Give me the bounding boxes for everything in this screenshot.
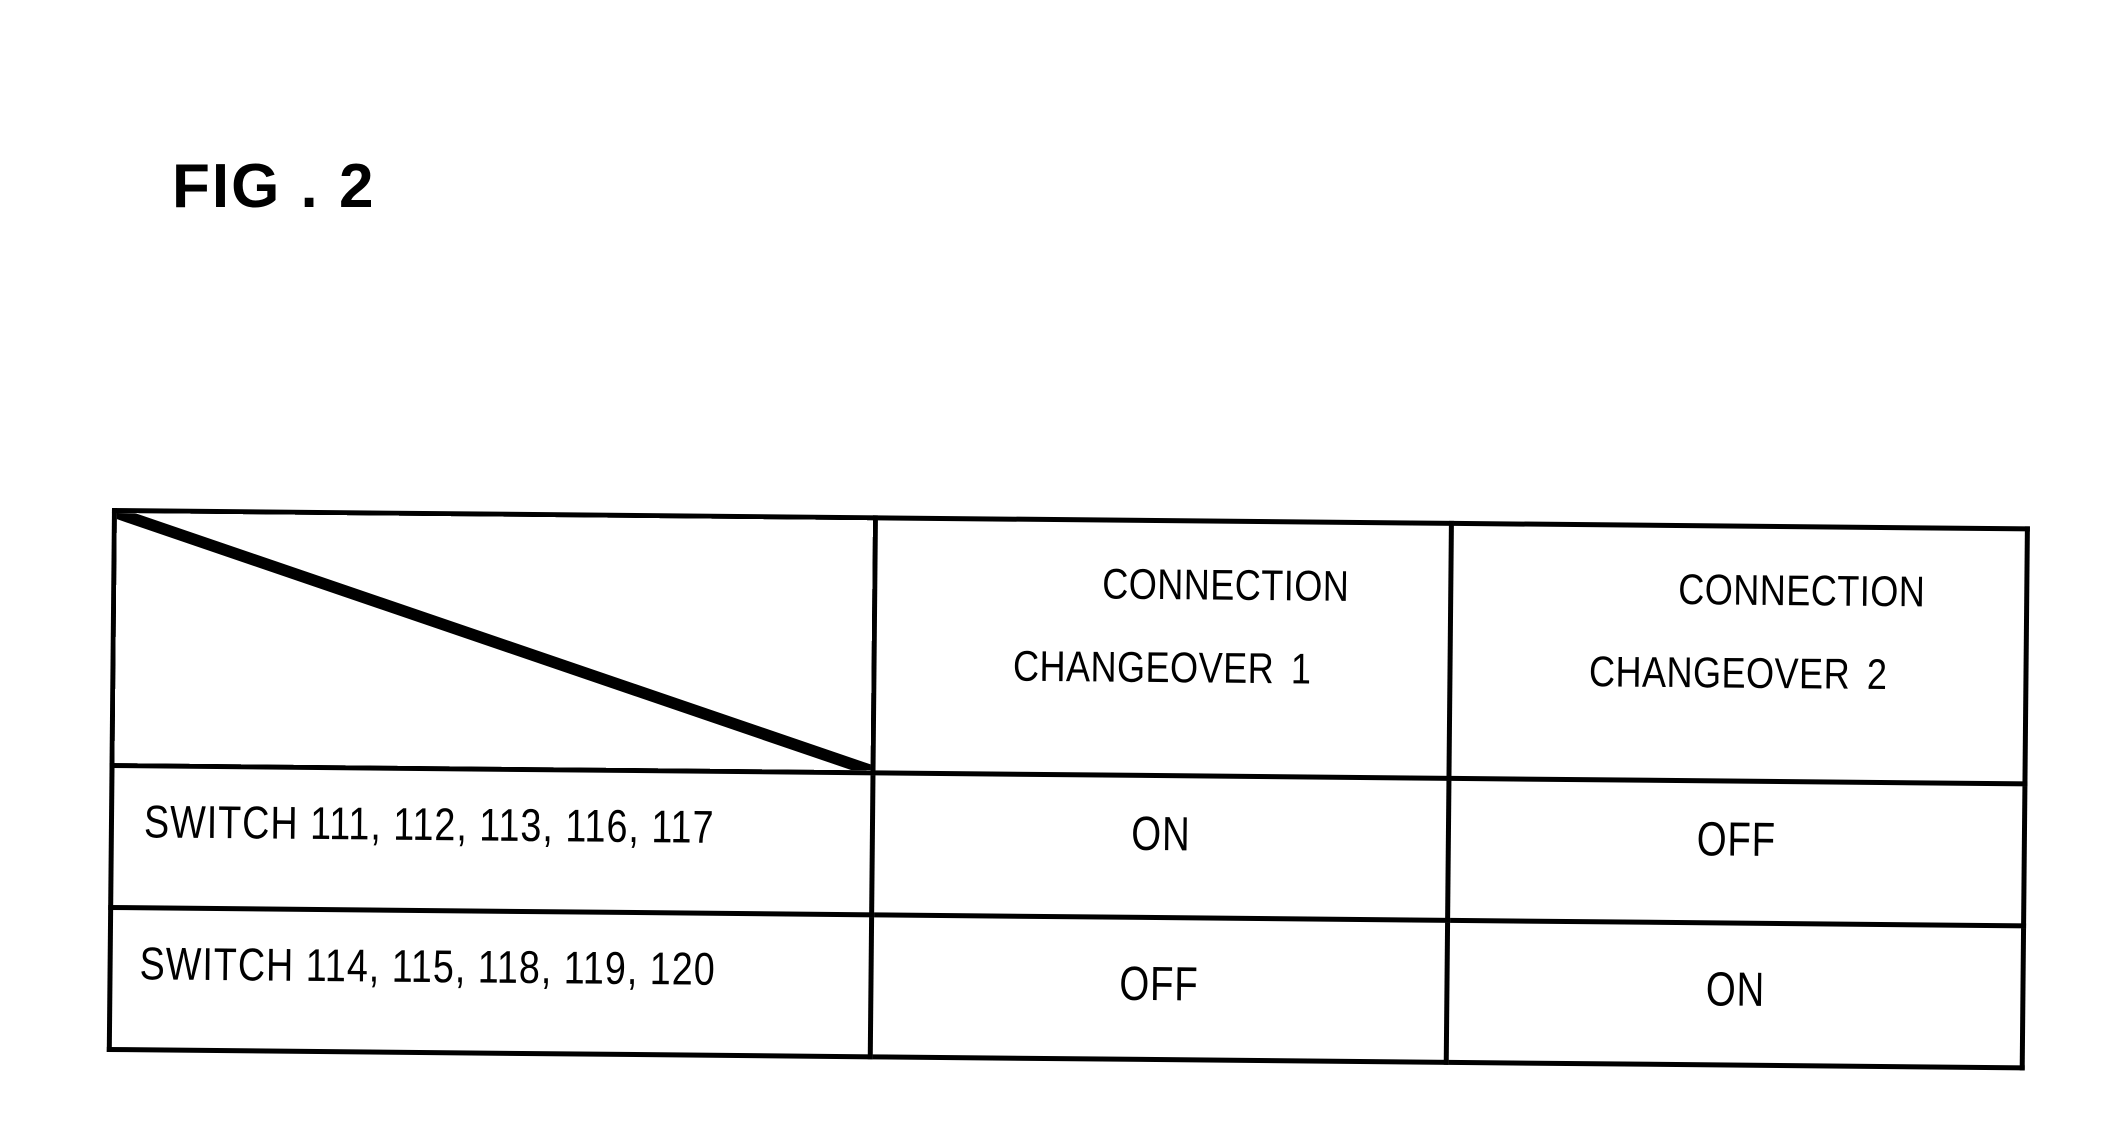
row-2-value-2-text: ON — [1705, 963, 1765, 1018]
row-label-switch-group-2: SWITCH 114, 115, 118, 119, 120 — [109, 907, 872, 1058]
row-2-changeover-2-state: ON — [1446, 920, 2024, 1069]
row-1-changeover-2-state: OFF — [1447, 778, 2025, 927]
row-label-switch-group-1: SWITCH 111, 112, 113, 116, 117 — [110, 765, 873, 916]
column-header-2-line1: CONNECTION — [1677, 565, 1926, 617]
row-2-changeover-1-state: OFF — [870, 915, 1448, 1063]
switch-connection-table: CONNECTION CHANGEOVER 1 CONNECTION CHANGE… — [107, 508, 2030, 1071]
table-header-row: CONNECTION CHANGEOVER 1 CONNECTION CHANGE… — [112, 510, 2028, 785]
column-header-connection-changeover-2: CONNECTION CHANGEOVER 2 — [1448, 523, 2028, 785]
figure-title: FIG . 2 — [172, 152, 376, 221]
row-1-label-text: SWITCH 111, 112, 113, 116, 117 — [143, 795, 715, 853]
column-header-2-number: 2 — [1866, 650, 1888, 700]
row-2-value-1-text: OFF — [1119, 957, 1199, 1012]
column-header-2-line2: CHANGEOVER — [1588, 648, 1851, 699]
figure-table-container: CONNECTION CHANGEOVER 1 CONNECTION CHANGE… — [108, 508, 2028, 1069]
row-1-value-2-text: OFF — [1696, 813, 1777, 868]
row-1-value-1-text: ON — [1130, 808, 1191, 862]
corner-cell — [112, 510, 876, 774]
column-header-1-line1: CONNECTION — [1101, 560, 1350, 611]
column-header-connection-changeover-1: CONNECTION CHANGEOVER 1 — [872, 517, 1452, 779]
column-header-1-number: 1 — [1290, 645, 1312, 694]
table-row: SWITCH 114, 115, 118, 119, 120 OFF ON — [109, 907, 2024, 1069]
table-row: SWITCH 111, 112, 113, 116, 117 ON OFF — [110, 765, 2025, 927]
row-1-changeover-1-state: ON — [871, 773, 1449, 921]
column-header-2-line2-group: CHANGEOVER 2 — [1552, 648, 1925, 700]
diagonal-divider-line — [116, 513, 872, 771]
column-header-1-line2: CHANGEOVER — [1012, 642, 1275, 694]
column-header-1-line2-group: CHANGEOVER 1 — [976, 642, 1349, 694]
row-2-label-text: SWITCH 114, 115, 118, 119, 120 — [139, 937, 716, 995]
